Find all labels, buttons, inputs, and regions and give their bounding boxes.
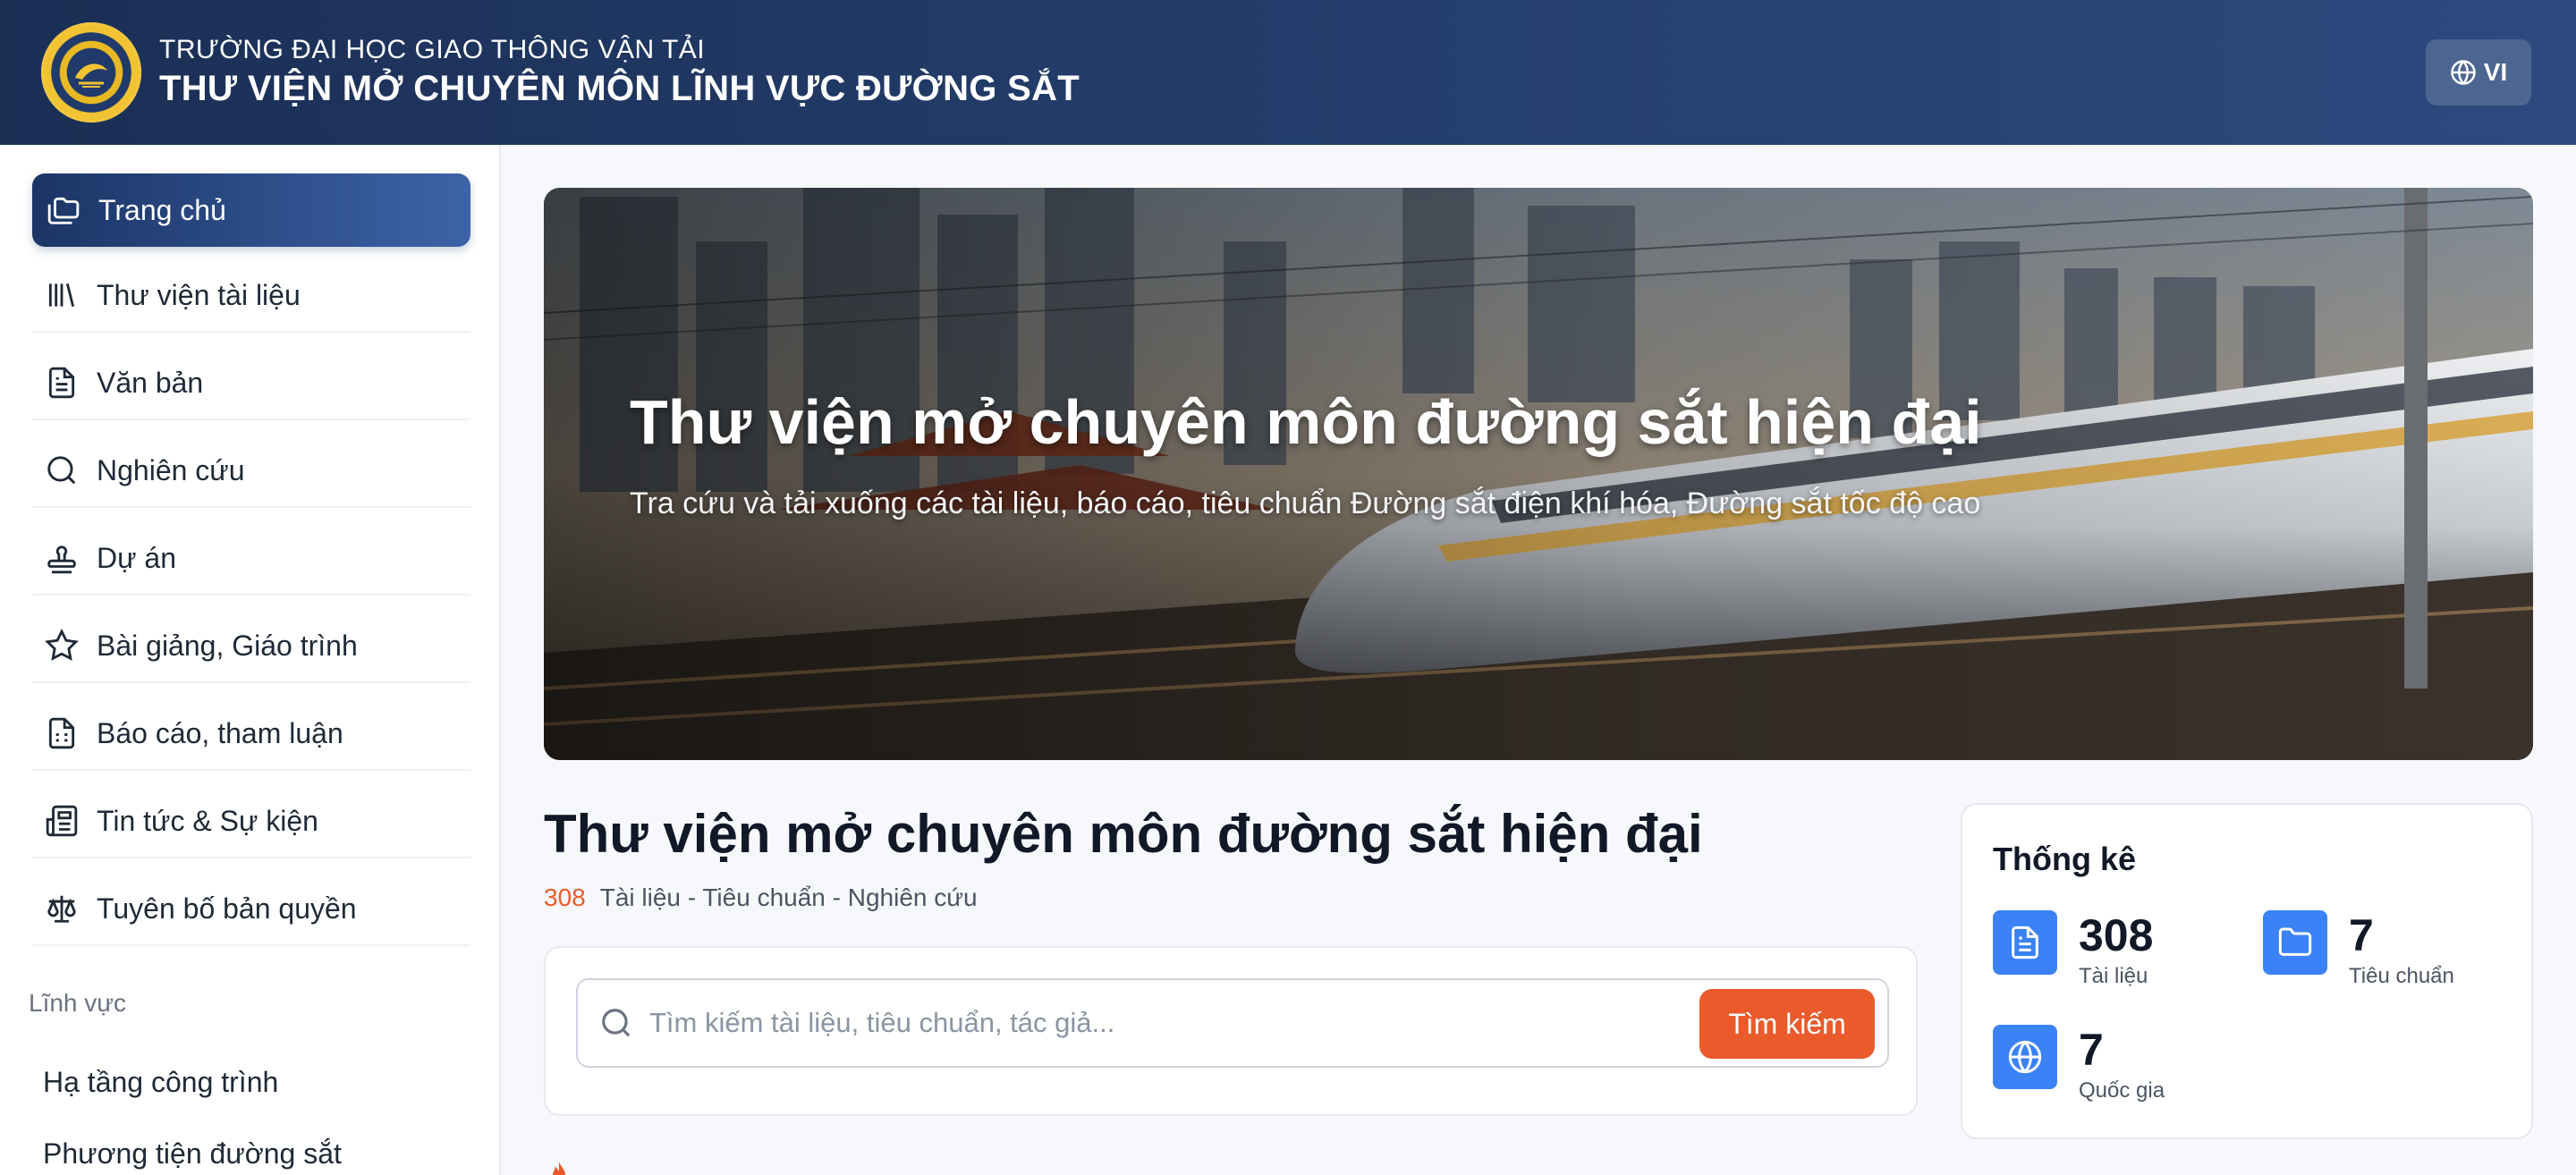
- sidebar-item-label: Thư viện tài liệu: [97, 278, 301, 311]
- sidebar-item-label: Văn bản: [97, 366, 204, 399]
- newspaper-icon: [46, 805, 78, 837]
- sidebar-item-label: Tin tức & Sự kiện: [97, 804, 318, 837]
- sidebar-item-projects[interactable]: Dự án: [32, 522, 470, 596]
- search-icon: [47, 456, 76, 485]
- globe-icon: [2451, 60, 2476, 85]
- stat-value: 308: [2079, 910, 2154, 960]
- sidebar-item-lectures[interactable]: Bài giảng, Giáo trình: [32, 610, 470, 683]
- stamp-icon: [47, 545, 76, 574]
- page-title: Thư viện mở chuyên môn đường sắt hiện đạ…: [544, 804, 1703, 864]
- stat-value: 7: [2079, 1025, 2104, 1075]
- search-button[interactable]: Tìm kiếm: [1699, 989, 1875, 1059]
- document-icon: [1993, 910, 2057, 975]
- search-card: Tìm kiếm: [544, 946, 1918, 1116]
- stat-documents: 308 Tài liệu: [1993, 910, 2153, 989]
- stat-standards: 7 Tiêu chuẩn: [2263, 910, 2454, 989]
- hero-banner: Thư viện mở chuyên môn đường sắt hiện đạ…: [544, 188, 2533, 760]
- sidebar-item-label: Bài giảng, Giáo trình: [97, 629, 358, 662]
- star-icon: [45, 629, 79, 661]
- logo-emblem-icon: [70, 51, 113, 94]
- document-count-line: 308 Tài liệu - Tiêu chuẩn - Nghiên cứu: [544, 883, 978, 912]
- file-spreadsheet-icon: [48, 717, 75, 749]
- site-title: THƯ VIỆN MỞ CHUYÊN MÔN LĨNH VỰC ĐƯỜNG SẮ…: [159, 69, 1080, 108]
- document-count: 308: [544, 883, 586, 911]
- hero-title: Thư viện mở chuyên môn đường sắt hiện đạ…: [630, 387, 1982, 457]
- file-text-icon: [48, 367, 75, 399]
- scale-icon: [47, 895, 76, 923]
- sidebar-subitem-infrastructure[interactable]: Hạ tầng công trình: [43, 1066, 278, 1099]
- search-icon: [602, 1009, 631, 1037]
- globe-icon: [1993, 1025, 2057, 1089]
- folder-icon: [2263, 910, 2327, 975]
- sidebar-item-documents[interactable]: Văn bản: [32, 347, 470, 420]
- sidebar-item-label: Nghiên cứu: [97, 453, 245, 486]
- language-switcher-button[interactable]: VI: [2426, 39, 2531, 106]
- stat-value: 7: [2349, 910, 2374, 960]
- stat-countries: 7 Quốc gia: [1993, 1025, 2165, 1103]
- language-code: VI: [2483, 58, 2508, 86]
- university-logo[interactable]: [41, 22, 141, 123]
- sidebar-item-document-library[interactable]: Thư viện tài liệu: [32, 259, 470, 333]
- sidebar-item-label: Trang chủ: [98, 193, 226, 226]
- high-speed-train-image: [544, 188, 2533, 760]
- folders-icon: [47, 197, 80, 224]
- section-label-fields: Lĩnh vực: [29, 989, 127, 1017]
- flame-icon: [552, 1161, 566, 1175]
- sidebar-subitem-rolling-stock[interactable]: Phương tiện đường sắt: [43, 1137, 342, 1171]
- library-icon: [48, 283, 75, 308]
- sidebar-item-label: Dự án: [97, 541, 177, 574]
- sidebar-item-home[interactable]: Trang chủ: [32, 173, 470, 247]
- next-section-heading: [544, 1159, 574, 1175]
- stats-title: Thống kê: [1993, 841, 2136, 877]
- sidebar-item-label: Báo cáo, tham luận: [97, 716, 343, 749]
- stat-label: Tiêu chuẩn: [2349, 964, 2454, 988]
- search-box: Tìm kiếm: [576, 978, 1889, 1068]
- sidebar-item-research[interactable]: Nghiên cứu: [32, 435, 470, 508]
- sidebar-item-reports[interactable]: Báo cáo, tham luận: [32, 697, 470, 771]
- sidebar: Trang chủ Thư viện tài liệu Văn bản Nghi…: [0, 145, 501, 1175]
- sidebar-item-copyright[interactable]: Tuyên bố bản quyền: [32, 873, 470, 946]
- hero-subtitle: Tra cứu và tải xuống các tài liệu, báo c…: [630, 486, 1981, 520]
- stat-label: Quốc gia: [2079, 1078, 2165, 1103]
- top-header: TRƯỜNG ĐẠI HỌC GIAO THÔNG VẬN TẢI THƯ VI…: [0, 0, 2576, 145]
- university-name: TRƯỜNG ĐẠI HỌC GIAO THÔNG VẬN TẢI: [159, 35, 706, 64]
- stat-label: Tài liệu: [2079, 964, 2148, 988]
- stats-card: Thống kê 308 Tài liệu 7 Tiêu chuẩn 7 Quố…: [1961, 803, 2533, 1139]
- search-input[interactable]: [649, 1007, 1678, 1039]
- document-count-label: Tài liệu - Tiêu chuẩn - Nghiên cứu: [599, 883, 978, 911]
- sidebar-item-news-events[interactable]: Tin tức & Sự kiện: [32, 785, 470, 858]
- sidebar-item-label: Tuyên bố bản quyền: [97, 892, 357, 925]
